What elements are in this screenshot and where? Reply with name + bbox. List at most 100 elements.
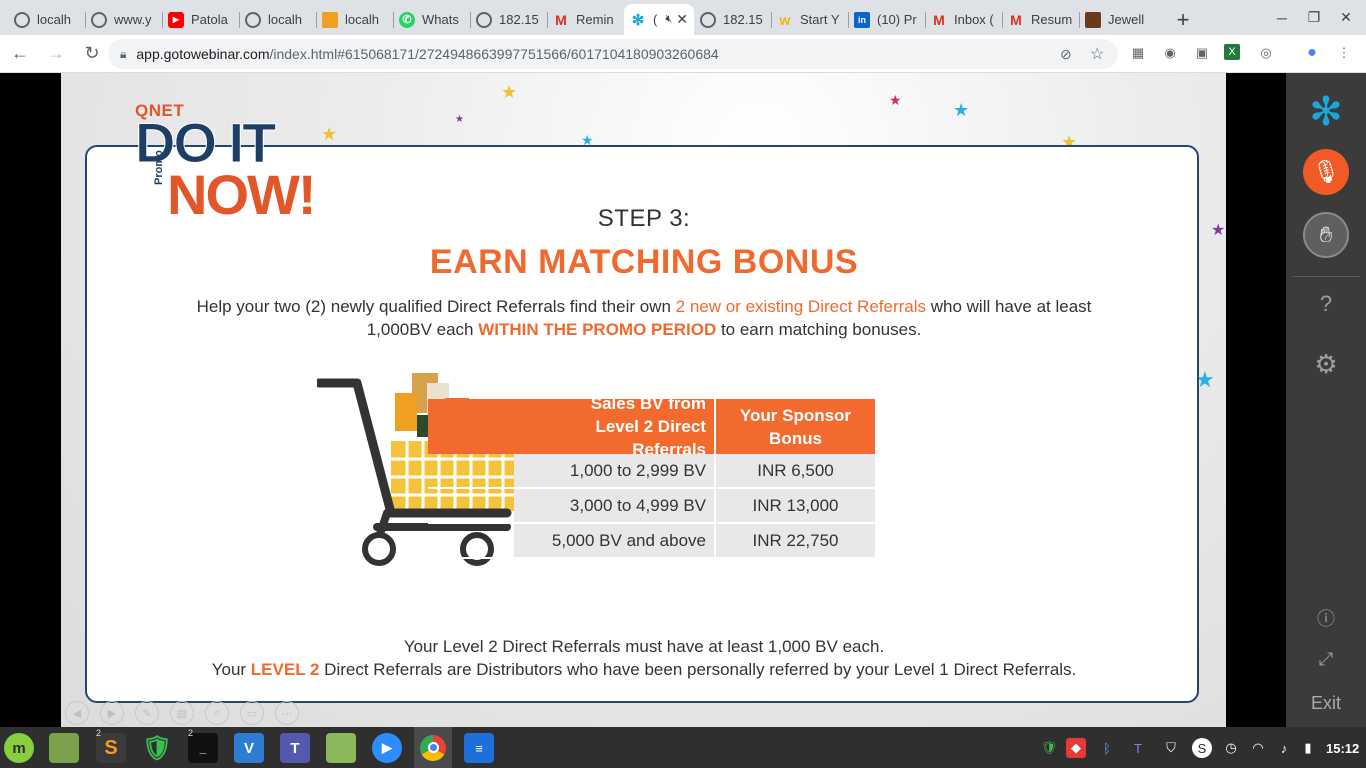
excel-extension-icon[interactable]: X	[1224, 44, 1240, 60]
docs-icon[interactable]: ≡	[464, 733, 494, 763]
table-row: 3,000 to 4,999 BV INR 13,000	[428, 489, 875, 524]
profile-icon[interactable]: ●	[1302, 44, 1322, 62]
browser-tab[interactable]: www.y	[85, 4, 162, 35]
mic-muted-button[interactable]: 🎙︎	[1303, 149, 1349, 195]
webinar-control-panel: ✻ 🎙︎ ✋︎ ? ⚙ ⓘ ⤢ Exit	[1286, 73, 1366, 727]
browser-tab[interactable]: localh	[316, 4, 393, 35]
globe-icon	[700, 11, 716, 28]
camera-icon[interactable]: ◉	[1160, 44, 1180, 62]
zoom-icon[interactable]: ⌕	[205, 701, 229, 725]
gotowebinar-icon: ✻	[631, 11, 645, 29]
slide-description: Help your two (2) newly qualified Direct…	[196, 297, 1092, 339]
volume-icon[interactable]: ♪	[1274, 738, 1294, 758]
webinar-viewport: ★ ★ ★ ★ ★ ★ ★ ★ ★ ★ ★ ★ ★ ★ ★ STEP 3: EA…	[0, 73, 1366, 727]
browser-tab[interactable]: ✆ Whats	[393, 4, 470, 35]
browser-tab[interactable]: M Remin	[547, 4, 624, 35]
tab-strip: localh www.y ▶ Patola localh localh ✆ What…	[0, 0, 1366, 35]
accessibility-icon[interactable]: ◎	[1256, 44, 1276, 62]
table-row: 1,000 to 2,999 BV INR 6,500	[428, 454, 875, 489]
url-text: app.gotowebinar.com/index.html#615068171…	[136, 46, 719, 62]
table-row: 5,000 BV and above INR 22,750	[428, 524, 875, 559]
globe-icon	[91, 11, 107, 28]
slide-card: STEP 3: EARN MATCHING BONUS Help your tw…	[85, 145, 1199, 703]
shield-check-icon[interactable]: 🛡︎	[142, 733, 172, 763]
browser-tab[interactable]: 182.15	[470, 4, 547, 35]
table-cell: 3,000 to 4,999 BV	[428, 489, 714, 524]
browser-tab[interactable]: in (10) Pr	[848, 4, 925, 35]
minimize-icon[interactable]: ─	[1266, 0, 1298, 35]
slide-footnote: Your Level 2 Direct Referrals must have …	[403, 637, 885, 656]
table-header-cell: Your Sponsor Bonus	[714, 399, 875, 454]
browser-tab[interactable]: localh	[8, 4, 85, 35]
battery-icon[interactable]: ▮	[1298, 738, 1318, 758]
gmail-icon: M	[555, 11, 567, 28]
slides-icon[interactable]: ▤	[170, 701, 194, 725]
table-cell: 5,000 BV and above	[428, 524, 714, 559]
browser-tab-active[interactable]: ✻(🔇︎ ✕	[624, 4, 694, 35]
reload-icon[interactable]: ↻	[76, 38, 108, 70]
shield-tray-icon[interactable]: 🛡︎	[1039, 738, 1059, 758]
youtube-icon: ▶	[168, 11, 184, 28]
forward-arrow-icon[interactable]: →	[40, 38, 72, 70]
muted-speaker-icon[interactable]: 🔇︎	[665, 13, 672, 26]
fullscreen-icon[interactable]: ⤢	[1286, 649, 1366, 670]
wifi-icon[interactable]: ◠	[1248, 738, 1268, 758]
back-arrow-icon[interactable]: ←	[4, 38, 36, 70]
extension-icon[interactable]: ▦	[1128, 44, 1148, 62]
slide-controls: ◀ ▶ ✎ ▤ ⌕ ▭ ⋯	[65, 701, 299, 725]
address-bar[interactable]: 🔒︎ app.gotowebinar.com/index.html#615068…	[108, 39, 1118, 69]
info-icon[interactable]: ⓘ	[1286, 605, 1366, 631]
screenshot-icon[interactable]: ▣	[1192, 44, 1212, 62]
teams-tray-icon[interactable]: T	[1128, 738, 1148, 758]
browser-tab[interactable]: M Inbox (	[925, 4, 1002, 35]
vscode-icon[interactable]: V	[234, 733, 264, 763]
table-cell: 1,000 to 2,999 BV	[428, 454, 714, 489]
browser-tab[interactable]: M Resum	[1002, 4, 1079, 35]
browser-tab[interactable]: 182.15	[694, 4, 771, 35]
next-slide-icon[interactable]: ▶	[100, 701, 124, 725]
browser-tab[interactable]: localh	[239, 4, 316, 35]
whatsapp-icon: ✆	[399, 11, 415, 28]
gmail-icon: M	[1010, 11, 1022, 28]
chrome-taskbar-button[interactable]	[414, 727, 452, 768]
mint-menu-icon[interactable]: m	[4, 733, 34, 763]
bookmark-star-icon[interactable]: ☆	[1090, 44, 1104, 64]
table-header-row: Sales BV from Level 2 Direct Referrals Y…	[428, 394, 875, 459]
teams-icon[interactable]: T	[280, 733, 310, 763]
shield-outline-icon[interactable]: ⛉	[1161, 738, 1181, 758]
more-icon[interactable]: ⋯	[275, 701, 299, 725]
question-icon[interactable]: ?	[1286, 291, 1366, 317]
folder-icon[interactable]	[326, 733, 356, 763]
update-icon[interactable]: ◷	[1221, 738, 1241, 758]
subtitles-icon[interactable]: ▭	[240, 701, 264, 725]
jewel-icon	[1085, 11, 1101, 28]
table-cell: INR 6,500	[714, 454, 875, 489]
zoom-app-icon[interactable]: ▶	[372, 733, 402, 763]
raise-hand-button[interactable]: ✋︎	[1303, 212, 1349, 258]
confetti-star: ★	[501, 82, 518, 102]
anydesk-tray-icon[interactable]: ◆	[1066, 738, 1086, 758]
files-folder-icon[interactable]	[49, 733, 79, 763]
restore-icon[interactable]: ❐	[1298, 0, 1330, 35]
pen-icon[interactable]: ✎	[135, 701, 159, 725]
new-tab-button[interactable]: +	[1166, 4, 1200, 35]
clock[interactable]: 15:12	[1326, 741, 1359, 756]
browser-tab[interactable]: w Start Y	[771, 4, 848, 35]
exit-button[interactable]: Exit	[1286, 693, 1366, 714]
globe-icon	[14, 11, 30, 28]
skype-tray-icon[interactable]: S	[1192, 738, 1212, 758]
menu-kebab-icon[interactable]: ⋮	[1334, 44, 1354, 62]
close-window-icon[interactable]: ✕	[1330, 0, 1362, 35]
browser-tab[interactable]: ▶ Patola	[162, 4, 239, 35]
browser-tab[interactable]: Jewell	[1079, 4, 1156, 35]
settings-gear-icon[interactable]: ⚙	[1286, 349, 1366, 380]
lock-icon: 🔒︎	[120, 46, 127, 61]
prev-slide-icon[interactable]: ◀	[65, 701, 89, 725]
confetti-star: ★	[1211, 222, 1226, 239]
globe-icon	[476, 11, 492, 28]
do-it-now-logo: QNET DO IT Promo NOW!	[134, 101, 316, 226]
table-cell: INR 13,000	[714, 489, 875, 524]
camera-blocked-icon[interactable]: ⊘	[1060, 46, 1072, 63]
bluetooth-icon[interactable]: ᛒ	[1097, 738, 1117, 758]
close-tab-icon[interactable]: ✕	[676, 11, 688, 28]
